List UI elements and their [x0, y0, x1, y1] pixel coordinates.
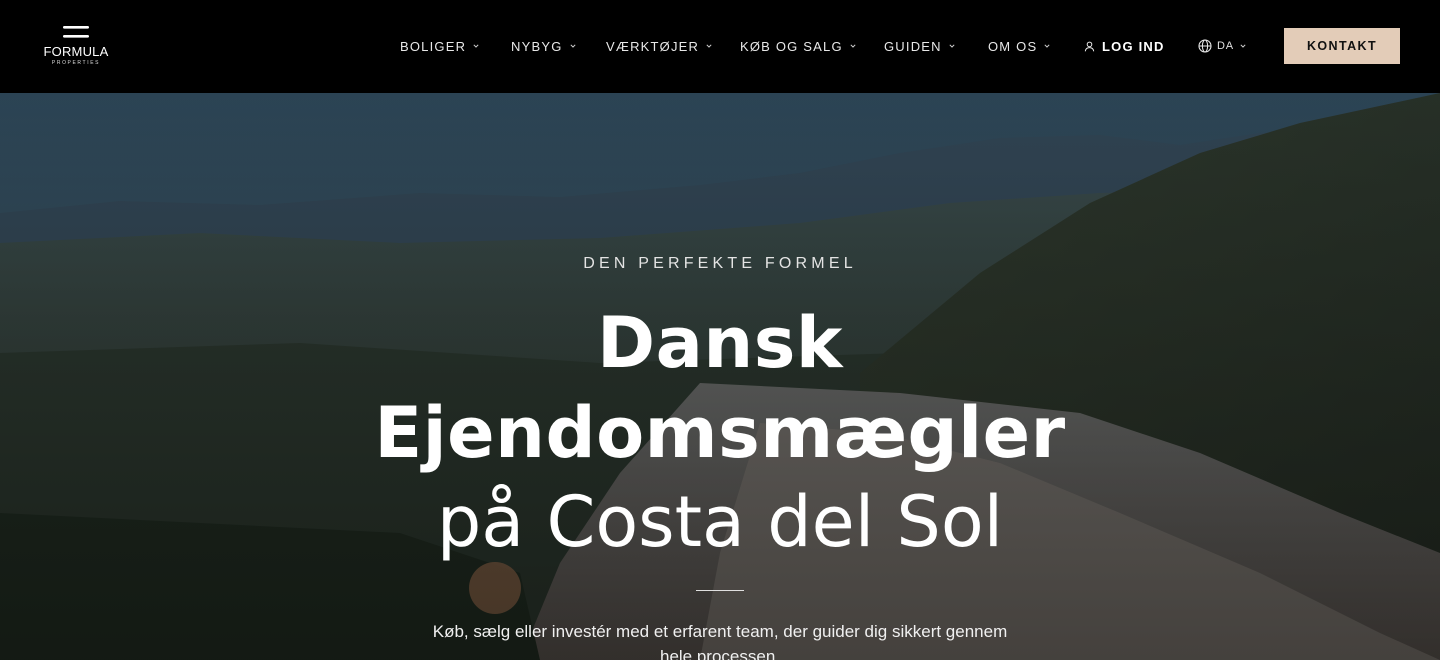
logo-mark-icon	[63, 26, 89, 38]
chevron-down-icon	[850, 44, 856, 48]
nav-item-label: VÆRKTØJER	[606, 38, 700, 54]
login-label: LOG IND	[1102, 38, 1165, 54]
chevron-down-icon	[473, 44, 479, 48]
language-code: DA	[1217, 40, 1234, 52]
hero-section: DEN PERFEKTE FORMEL Dansk Ejendomsmægler…	[0, 93, 1440, 660]
brand-logo[interactable]: FORMULA PROPERTIES	[43, 26, 113, 70]
site-header: FORMULA PROPERTIES BOLIGER NYBYG VÆRKTØJ…	[0, 0, 1440, 93]
chevron-down-icon	[949, 44, 955, 48]
nav-item-label: NYBYG	[511, 38, 563, 54]
hero-title-line-2: Ejendomsmægler	[374, 392, 1066, 474]
nav-item-vaerktoejer[interactable]: VÆRKTØJER	[606, 37, 712, 55]
hero-lead-text: Køb, sælg eller investér med et erfarent…	[432, 622, 1008, 660]
nav-item-boliger[interactable]: BOLIGER	[400, 37, 479, 55]
brand-name: FORMULA	[43, 44, 109, 59]
nav-item-label: GUIDEN	[884, 38, 942, 54]
globe-icon	[1198, 39, 1212, 53]
nav-item-koeb-og-salg[interactable]: KØB OG SALG	[740, 37, 856, 55]
user-icon	[1084, 41, 1095, 51]
nav-item-nybyg[interactable]: NYBYG	[511, 37, 576, 55]
chevron-down-icon	[706, 44, 712, 48]
chevron-down-icon	[1240, 44, 1246, 48]
nav-item-label: OM OS	[988, 38, 1038, 54]
nav-item-label: KØB OG SALG	[740, 38, 843, 54]
login-link[interactable]: LOG IND	[1084, 37, 1165, 55]
chevron-down-icon	[569, 44, 576, 48]
hero-divider	[696, 590, 744, 591]
hero-eyebrow: DEN PERFEKTE FORMEL	[583, 255, 857, 272]
nav-item-label: BOLIGER	[400, 38, 467, 54]
language-selector[interactable]: DA	[1198, 37, 1246, 55]
chevron-down-icon	[1044, 44, 1050, 48]
hero-title-line-1: Dansk	[597, 302, 843, 384]
nav-item-guiden[interactable]: GUIDEN	[884, 37, 955, 55]
contact-button[interactable]: KONTAKT	[1284, 28, 1400, 64]
hero-title-line-3: på Costa del Sol	[436, 481, 1004, 563]
nav-item-om-os[interactable]: OM OS	[988, 37, 1050, 55]
brand-tagline: PROPERTIES	[51, 60, 101, 66]
